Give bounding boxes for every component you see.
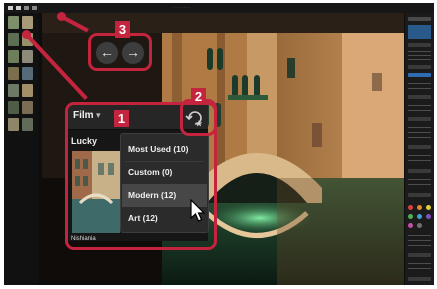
color-swatch[interactable] <box>417 214 422 219</box>
slider-track[interactable] <box>408 59 431 60</box>
filter-preview-thumbnail[interactable] <box>72 151 120 233</box>
panel-row[interactable] <box>408 65 431 69</box>
filter-category-label[interactable]: Film <box>73 110 94 121</box>
slider-track[interactable] <box>408 179 431 180</box>
redo-button[interactable]: → <box>121 41 145 65</box>
history-callout: ← → <box>88 33 152 71</box>
thumbnail[interactable] <box>22 67 33 80</box>
color-swatch[interactable] <box>426 214 431 219</box>
chevron-down-icon[interactable]: ▾ <box>96 110 101 121</box>
filter-name: Lucky <box>71 136 98 146</box>
arrow-left-icon: ← <box>100 44 114 60</box>
thumbnail[interactable] <box>8 84 19 97</box>
thumbnail[interactable] <box>22 50 33 63</box>
filter-thumbnail-caption: Nishiania <box>71 236 96 242</box>
callout-badge-2: 2 <box>191 88 206 105</box>
thumbnail[interactable] <box>8 33 19 46</box>
slider-track[interactable] <box>408 110 431 111</box>
slider-track[interactable] <box>408 127 431 128</box>
panel-header[interactable] <box>408 17 431 21</box>
color-swatch[interactable] <box>408 223 413 228</box>
slider-track[interactable] <box>408 88 431 89</box>
slider-track[interactable] <box>408 105 431 106</box>
color-swatch[interactable] <box>408 205 413 210</box>
mouse-cursor-icon <box>190 199 206 222</box>
arrow-right-icon: → <box>126 44 140 60</box>
slider-track[interactable] <box>408 235 431 236</box>
window-control[interactable] <box>32 6 37 10</box>
color-swatch[interactable] <box>408 214 413 219</box>
thumbnail[interactable] <box>22 118 33 131</box>
slider-track[interactable] <box>408 184 431 185</box>
thumbnail[interactable] <box>22 84 33 97</box>
panel-row[interactable] <box>408 169 431 173</box>
window-control[interactable] <box>8 6 13 10</box>
slider-track[interactable] <box>408 240 431 241</box>
color-swatch[interactable] <box>417 223 422 228</box>
slider-track[interactable] <box>408 55 431 56</box>
panel-row[interactable] <box>408 193 431 197</box>
thumbnail[interactable] <box>22 101 33 114</box>
color-swatch[interactable] <box>417 205 422 210</box>
slider-track[interactable] <box>408 51 431 52</box>
undo-button[interactable]: ← <box>95 41 119 65</box>
histogram <box>408 25 431 39</box>
slider-track[interactable] <box>408 263 431 264</box>
panel-row[interactable] <box>408 277 431 281</box>
panel-row[interactable] <box>408 253 431 257</box>
slider-track[interactable] <box>408 268 431 269</box>
slider-track[interactable] <box>408 155 431 156</box>
thumbnail[interactable] <box>8 101 19 114</box>
title-bar: · · · · · · · <box>4 3 434 13</box>
thumbnail[interactable] <box>8 118 19 131</box>
slider-track[interactable] <box>408 132 431 133</box>
slider-track[interactable] <box>408 137 431 138</box>
panel-row[interactable] <box>408 95 431 99</box>
window-control[interactable] <box>16 6 21 10</box>
app-window: · · · · · · · ← → 3 Film ▾ Lucky Nishian… <box>4 3 434 285</box>
color-swatch[interactable] <box>426 205 431 210</box>
filter-preview-image <box>72 151 120 233</box>
slider-track[interactable] <box>408 245 431 246</box>
slider-track[interactable] <box>408 160 431 161</box>
thumbnail[interactable] <box>22 16 33 29</box>
menu-item-custom[interactable]: Custom (0) <box>122 161 207 184</box>
thumbnail[interactable] <box>8 67 19 80</box>
thumbnail-strip <box>4 13 39 285</box>
window-control[interactable] <box>24 6 29 10</box>
thumbnail[interactable] <box>8 50 19 63</box>
callout-badge-1: 1 <box>114 110 129 127</box>
adjustments-panel <box>405 13 434 285</box>
title-text: · · · · · · · <box>174 5 190 10</box>
menu-item-most-used[interactable]: Most Used (10) <box>122 138 207 161</box>
panel-row[interactable] <box>408 117 431 121</box>
panel-row[interactable] <box>408 43 431 47</box>
callout-badge-3: 3 <box>115 21 130 38</box>
slider-track[interactable] <box>408 83 431 84</box>
panel-row[interactable] <box>408 145 431 149</box>
thumbnail[interactable] <box>8 16 19 29</box>
panel-tab[interactable] <box>408 73 431 77</box>
